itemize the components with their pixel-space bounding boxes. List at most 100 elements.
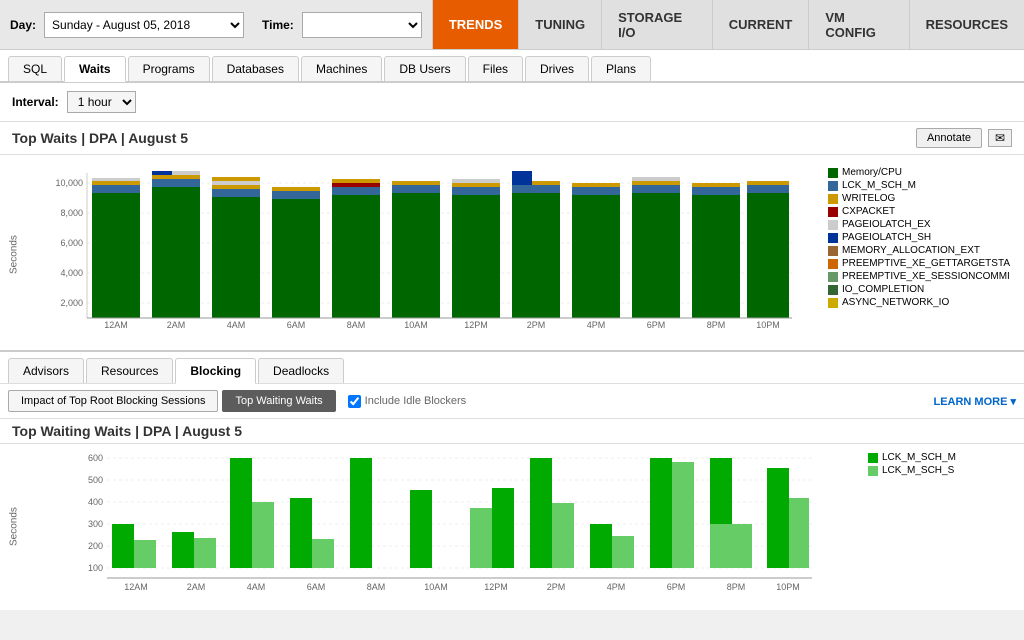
sub-tab-dbusers[interactable]: DB Users [384, 56, 465, 81]
bottom-chart-title: Top Waiting Waits | DPA | August 5 [12, 423, 242, 439]
svg-text:4,000: 4,000 [60, 268, 83, 278]
nav-tab-current[interactable]: CURRENT [712, 0, 809, 49]
bottom-chart-section: Top Waiting Waits | DPA | August 5 Secon… [0, 419, 1024, 610]
legend-label: LCK_M_SCH_M [882, 452, 956, 463]
sub-tab-sql[interactable]: SQL [8, 56, 62, 81]
svg-text:12PM: 12PM [484, 582, 508, 592]
legend-color-box [828, 194, 838, 204]
legend-label: IO_COMPLETION [842, 284, 924, 295]
impact-button[interactable]: Impact of Top Root Blocking Sessions [8, 390, 218, 412]
nav-tab-resources[interactable]: RESOURCES [909, 0, 1024, 49]
svg-text:2PM: 2PM [527, 320, 546, 330]
legend-color-box [828, 181, 838, 191]
mail-icon[interactable]: ✉ [988, 129, 1012, 147]
nav-tab-storage[interactable]: STORAGE I/O [601, 0, 712, 49]
svg-text:10,000: 10,000 [55, 178, 83, 188]
legend-label: LCK_M_SCH_S [882, 465, 954, 476]
sub-tab-programs[interactable]: Programs [128, 56, 210, 81]
legend-item: ASYNC_NETWORK_IO [828, 297, 1012, 308]
legend-label: Memory/CPU [842, 167, 902, 178]
top-chart-area: Seconds 10,000 8,000 6,000 4,000 2,000 [0, 155, 1024, 350]
svg-text:4AM: 4AM [227, 320, 246, 330]
sub-tab-files[interactable]: Files [468, 56, 523, 81]
nav-tab-trends[interactable]: TRENDS [432, 0, 518, 49]
legend-item: LCK_M_SCH_M [868, 452, 1012, 463]
bottom-chart-header: Top Waiting Waits | DPA | August 5 [0, 419, 1024, 444]
bottom-chart-legend: LCK_M_SCH_M LCK_M_SCH_S [860, 448, 1020, 606]
svg-text:8PM: 8PM [707, 320, 726, 330]
time-select[interactable] [302, 12, 422, 38]
legend-item: Memory/CPU [828, 167, 1012, 178]
svg-text:600: 600 [88, 453, 103, 463]
svg-text:6,000: 6,000 [60, 238, 83, 248]
bottom-tab-advisors[interactable]: Advisors [8, 358, 84, 383]
svg-text:400: 400 [88, 497, 103, 507]
svg-text:8,000: 8,000 [60, 208, 83, 218]
bottom-chart-y-label: Seconds [4, 448, 24, 606]
sub-tab-databases[interactable]: Databases [212, 56, 299, 81]
legend-item: PREEMPTIVE_XE_GETTARGETSTA [828, 258, 1012, 269]
svg-text:6AM: 6AM [287, 320, 306, 330]
legend-item: PAGEIOLATCH_SH [828, 232, 1012, 243]
sub-tab-machines[interactable]: Machines [301, 56, 382, 81]
waiting-waits-button[interactable]: Top Waiting Waits [222, 390, 335, 412]
top-nav: Day: Sunday - August 05, 2018 Time: TREN… [0, 0, 1024, 50]
legend-label: WRITELOG [842, 193, 895, 204]
legend-color-box [828, 207, 838, 217]
checkbox-label: Include Idle Blockers [365, 395, 467, 407]
legend-label: ASYNC_NETWORK_IO [842, 297, 949, 308]
legend-label: LCK_M_SCH_M [842, 180, 916, 191]
svg-text:12PM: 12PM [464, 320, 488, 330]
svg-text:2AM: 2AM [187, 582, 206, 592]
sub-tab-drives[interactable]: Drives [525, 56, 589, 81]
bottom-chart-svg: 600 500 400 300 200 100 [24, 448, 860, 606]
svg-text:2AM: 2AM [167, 320, 186, 330]
legend-item: MEMORY_ALLOCATION_EXT [828, 245, 1012, 256]
legend-label: PREEMPTIVE_XE_SESSIONCOMMI [842, 271, 1010, 282]
top-chart-title: Top Waits | DPA | August 5 [12, 130, 188, 146]
legend-color-box [828, 168, 838, 178]
sub-tab-plans[interactable]: Plans [591, 56, 651, 81]
top-chart-y-label: Seconds [4, 163, 24, 346]
legend-item: PREEMPTIVE_XE_SESSIONCOMMI [828, 271, 1012, 282]
blocking-bar: Impact of Top Root Blocking Sessions Top… [0, 384, 1024, 419]
sub-tabs: SQLWaitsProgramsDatabasesMachinesDB User… [0, 50, 1024, 83]
bottom-tab-blocking[interactable]: Blocking [175, 358, 256, 384]
include-idle-checkbox[interactable] [348, 395, 361, 408]
legend-label: CXPACKET [842, 206, 895, 217]
svg-text:8AM: 8AM [367, 582, 386, 592]
legend-label: PAGEIOLATCH_EX [842, 219, 931, 230]
legend-label: PREEMPTIVE_XE_GETTARGETSTA [842, 258, 1010, 269]
svg-text:10PM: 10PM [776, 582, 800, 592]
legend-item: PAGEIOLATCH_EX [828, 219, 1012, 230]
svg-text:10PM: 10PM [756, 320, 780, 330]
bottom-tabs: AdvisorsResourcesBlockingDeadlocks [0, 350, 1024, 384]
svg-text:6PM: 6PM [647, 320, 666, 330]
legend-item: LCK_M_SCH_M [828, 180, 1012, 191]
annotate-button[interactable]: Annotate [916, 128, 982, 148]
svg-text:4PM: 4PM [587, 320, 606, 330]
svg-text:100: 100 [88, 563, 103, 573]
legend-color-box [828, 259, 838, 269]
day-select[interactable]: Sunday - August 05, 2018 [44, 12, 244, 38]
learn-more-link[interactable]: LEARN MORE ▾ [933, 395, 1016, 408]
svg-text:6PM: 6PM [667, 582, 686, 592]
legend-color-box [828, 233, 838, 243]
sub-tab-waits[interactable]: Waits [64, 56, 126, 82]
nav-tab-vmconfig[interactable]: VM CONFIG [808, 0, 908, 49]
nav-tabs: TRENDSTUNINGSTORAGE I/OCURRENTVM CONFIGR… [432, 0, 1024, 49]
interval-label: Interval: [12, 95, 59, 109]
svg-text:2,000: 2,000 [60, 298, 83, 308]
svg-text:300: 300 [88, 519, 103, 529]
legend-color-box [828, 220, 838, 230]
bottom-tab-resources[interactable]: Resources [86, 358, 173, 383]
interval-select[interactable]: 1 hour [67, 91, 136, 113]
legend-label: PAGEIOLATCH_SH [842, 232, 931, 243]
legend-item: IO_COMPLETION [828, 284, 1012, 295]
bottom-tab-deadlocks[interactable]: Deadlocks [258, 358, 344, 383]
nav-tab-tuning[interactable]: TUNING [518, 0, 601, 49]
bottom-chart-area: Seconds 600 500 400 300 200 100 [0, 444, 1024, 610]
svg-text:6AM: 6AM [307, 582, 326, 592]
legend-color-box [828, 246, 838, 256]
legend-item: WRITELOG [828, 193, 1012, 204]
